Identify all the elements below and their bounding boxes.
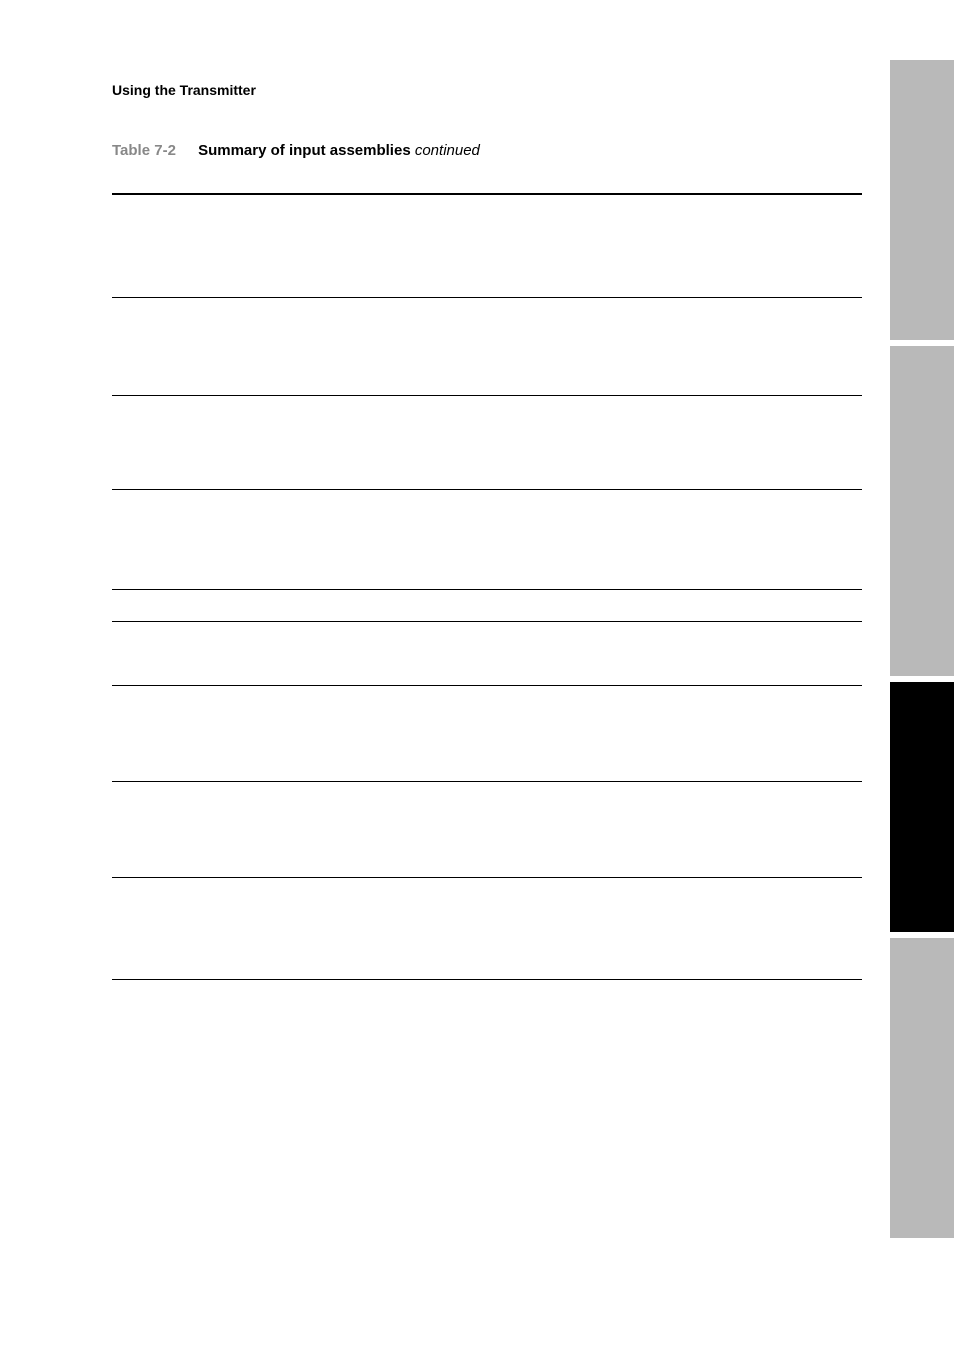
table-continued: continued (415, 142, 480, 159)
sidebar-tab[interactable] (890, 938, 954, 1238)
page-header: Using the Transmitter (112, 82, 862, 98)
sidebar-tab[interactable] (890, 346, 954, 676)
table-row (112, 877, 862, 979)
sidebar-tab-active[interactable] (890, 682, 954, 932)
table-title: Summary of input assemblies (198, 142, 411, 159)
sidebar-tabs (890, 0, 954, 1350)
table-row (112, 395, 862, 489)
table-row (112, 685, 862, 781)
page-title: Using the Transmitter (112, 82, 256, 98)
table-caption: Table 7-2 Summary of input assemblies co… (112, 142, 862, 159)
table-row (112, 621, 862, 685)
table-number: Table 7-2 (112, 142, 176, 159)
page-content: Using the Transmitter Table 7-2 Summary … (0, 0, 954, 980)
table-row (112, 193, 862, 297)
table-row (112, 589, 862, 621)
table-body (112, 193, 862, 980)
table-row (112, 979, 862, 980)
table-row (112, 297, 862, 395)
table-row (112, 781, 862, 877)
sidebar-tab[interactable] (890, 60, 954, 340)
table-row (112, 489, 862, 589)
